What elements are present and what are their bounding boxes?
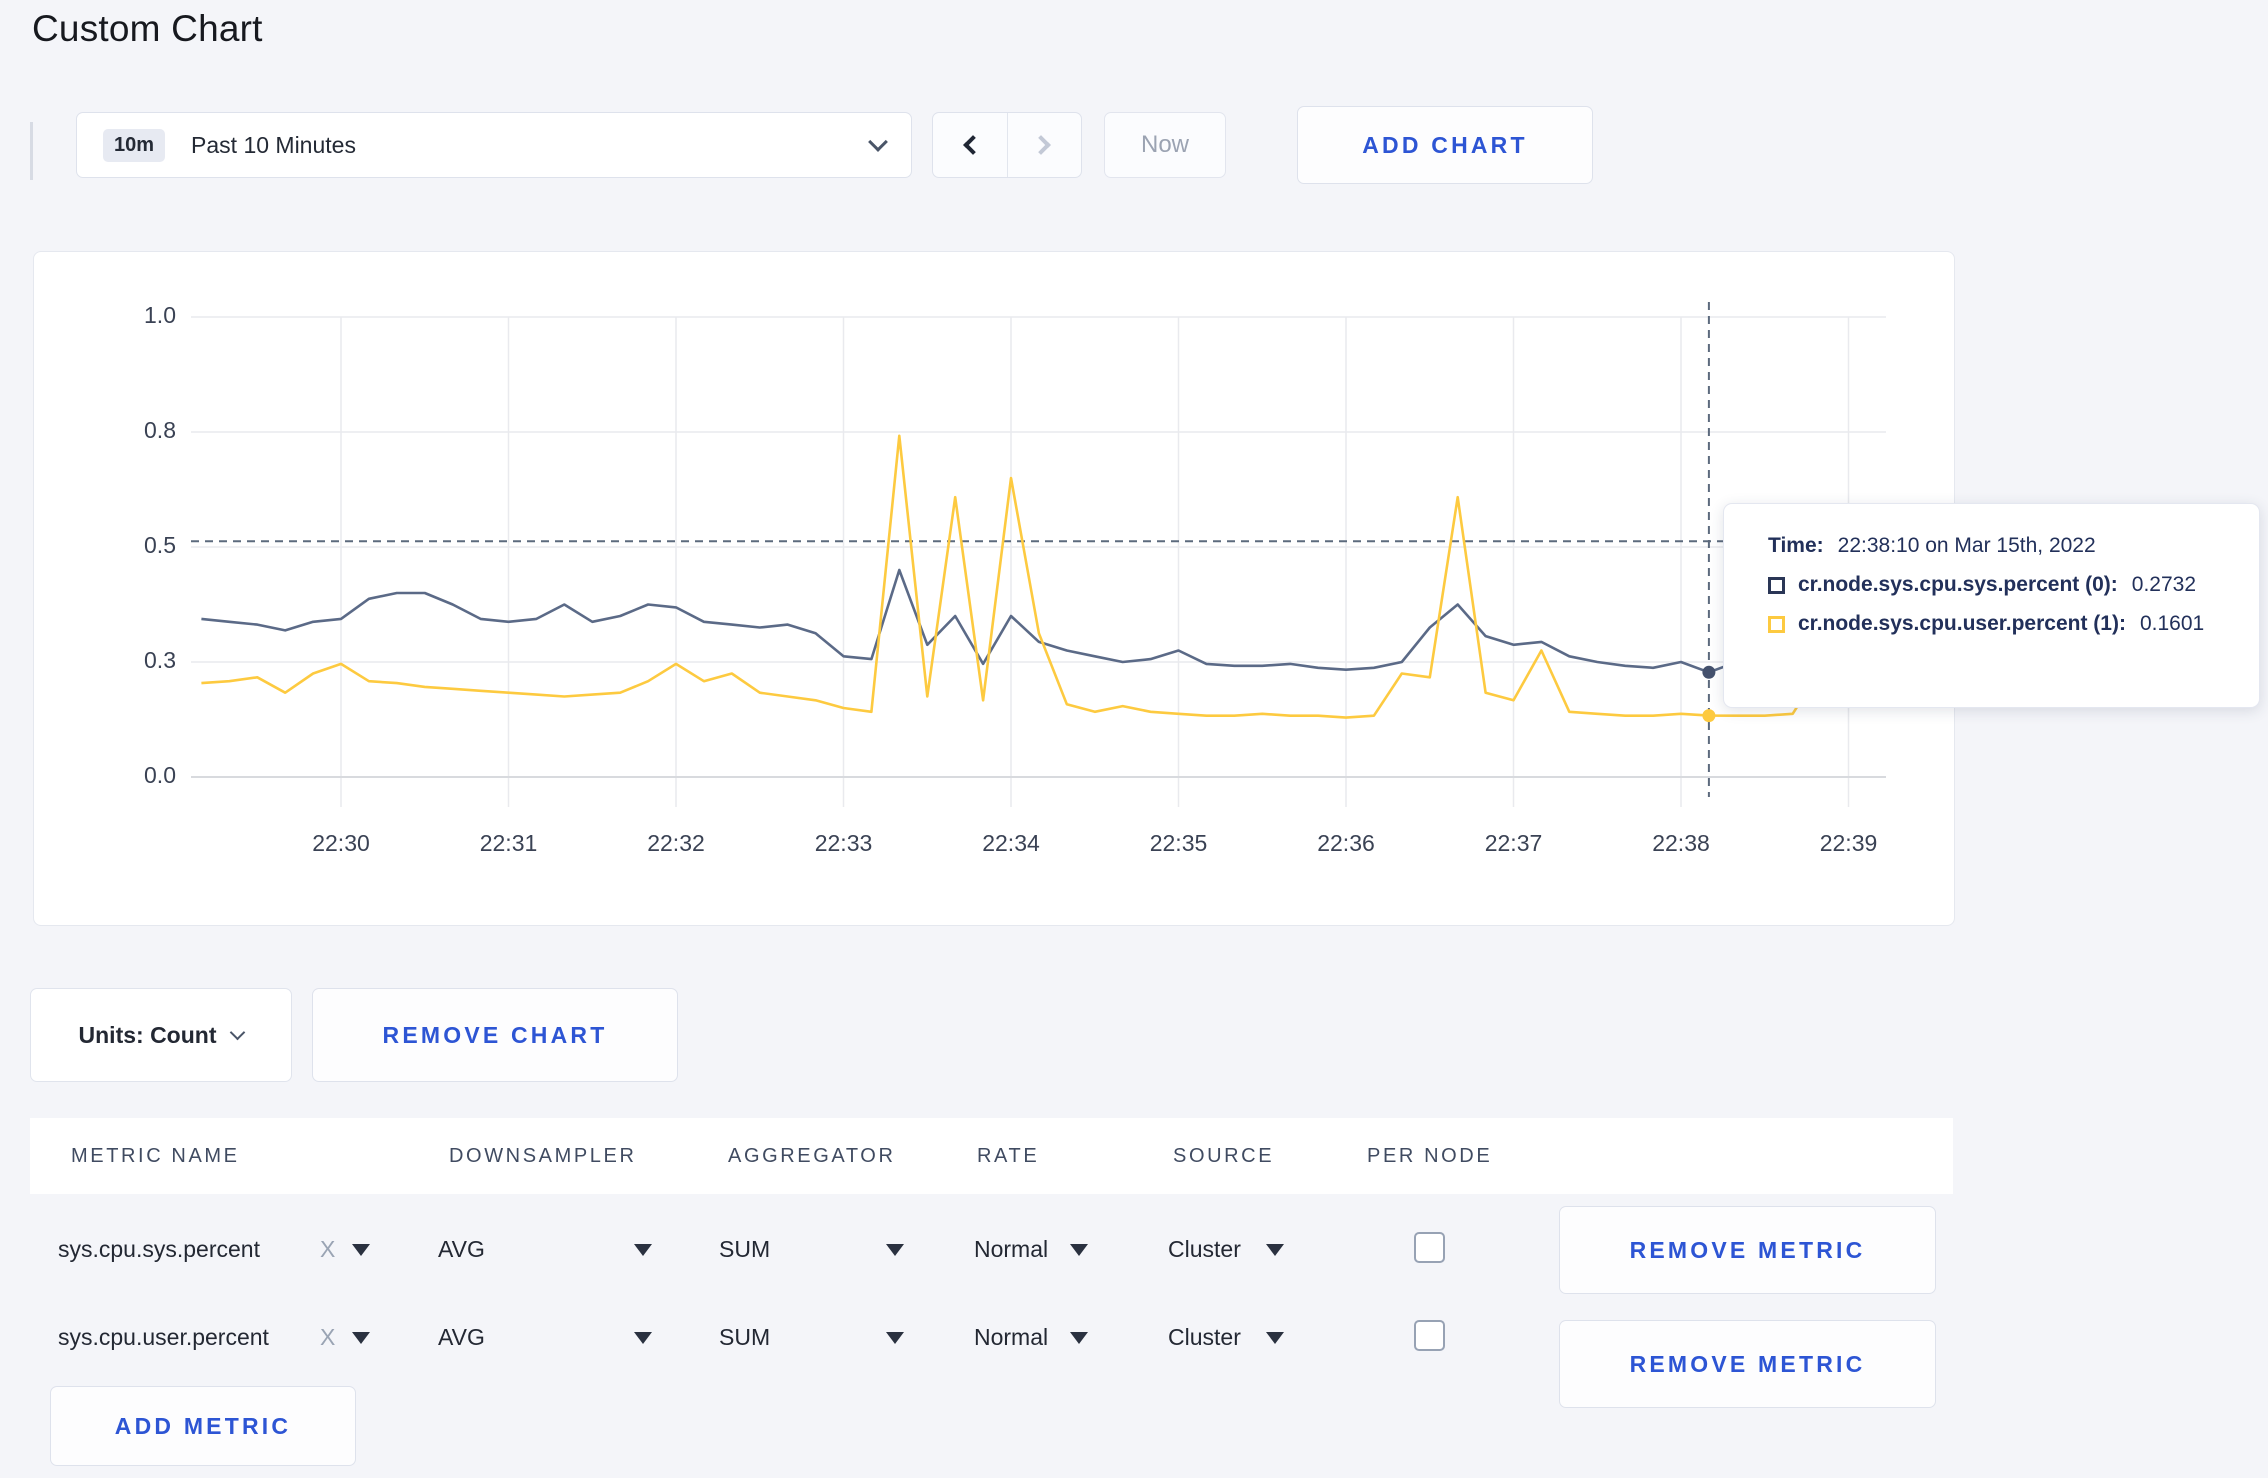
per-node-checkbox[interactable]: [1414, 1232, 1445, 1263]
cr.node.sys.cpu.sys.percent-line: [201, 568, 1877, 674]
x-axis-tick-label: 22:30: [312, 830, 370, 856]
x-axis-tick-label: 22:35: [1149, 830, 1208, 856]
time-range-label: Past 10 Minutes: [191, 131, 356, 158]
time-range-dropdown[interactable]: 10m Past 10 Minutes: [76, 112, 912, 178]
col-header-metric-name: METRIC NAME: [71, 1145, 240, 1167]
metric-name-value[interactable]: sys.cpu.sys.percent: [58, 1236, 260, 1263]
page-title: Custom Chart: [32, 8, 263, 49]
remove-metric-x-icon[interactable]: X: [320, 1324, 335, 1351]
y-axis-tick-label: 1.0: [144, 302, 176, 328]
metrics-table-header: METRIC NAME DOWNSAMPLER AGGREGATOR RATE …: [30, 1118, 1953, 1194]
crosshair-point: [1702, 665, 1716, 679]
units-dropdown[interactable]: Units: Count: [30, 988, 292, 1082]
tooltip-series-row: cr.node.sys.cpu.sys.percent (0): 0.2732: [1768, 573, 2259, 597]
col-header-rate: RATE: [977, 1145, 1040, 1167]
time-pager: [932, 112, 1082, 178]
x-axis-tick-label: 22:39: [1819, 830, 1878, 856]
x-axis-tick-label: 22:32: [647, 830, 705, 856]
remove-chart-button[interactable]: REMOVE CHART: [312, 988, 678, 1082]
custom-chart-page: Custom Chart 10m Past 10 Minutes Now ADD…: [0, 0, 2268, 1478]
caret-down-icon[interactable]: [352, 1332, 370, 1344]
tooltip-time-value: 22:38:10 on Mar 15th, 2022: [1837, 534, 2096, 557]
caret-down-icon[interactable]: [1070, 1332, 1088, 1344]
y-axis-tick-label: 0.0: [144, 762, 176, 788]
source-value[interactable]: Cluster: [1168, 1324, 1241, 1351]
tooltip-series-value: 0.1601: [2139, 612, 2205, 635]
caret-down-icon[interactable]: [634, 1332, 652, 1344]
tooltip-series-name: cr.node.sys.cpu.user.percent (1):: [1798, 612, 2126, 635]
caret-down-icon[interactable]: [886, 1332, 904, 1344]
x-axis-tick-label: 22:36: [1317, 830, 1375, 856]
x-axis-tick-label: 22:37: [1484, 830, 1543, 856]
caret-down-icon[interactable]: [1070, 1244, 1088, 1256]
source-value[interactable]: Cluster: [1168, 1236, 1241, 1263]
col-header-source: SOURCE: [1173, 1145, 1275, 1167]
units-label: Units: Count: [78, 1021, 217, 1048]
y-axis-tick-label: 0.3: [144, 647, 176, 673]
x-axis-tick-label: 22:31: [479, 830, 538, 856]
col-header-downsampler: DOWNSAMPLER: [449, 1145, 637, 1167]
tooltip-series-value: 0.2732: [2131, 573, 2197, 596]
metric-name-value[interactable]: sys.cpu.user.percent: [58, 1324, 269, 1351]
caret-down-icon[interactable]: [352, 1244, 370, 1256]
toolbar-divider: [30, 122, 33, 180]
caret-down-icon[interactable]: [1266, 1244, 1284, 1256]
x-axis-tick-label: 22:38: [1652, 830, 1710, 856]
y-axis-tick-label: 0.8: [144, 417, 176, 443]
tooltip-time-label: Time:: [1768, 534, 1824, 557]
chevron-down-icon: [230, 1024, 246, 1040]
downsampler-value[interactable]: AVG: [438, 1324, 485, 1351]
rate-value[interactable]: Normal: [974, 1236, 1048, 1263]
chevron-right-icon: [1031, 135, 1052, 155]
per-node-checkbox[interactable]: [1414, 1320, 1445, 1351]
add-metric-button[interactable]: ADD METRIC: [50, 1386, 356, 1466]
user-series-swatch-icon: [1768, 615, 1785, 633]
add-chart-button[interactable]: ADD CHART: [1297, 106, 1593, 184]
cr.node.sys.cpu.user.percent-line: [201, 434, 1877, 719]
col-header-aggregator: AGGREGATOR: [728, 1145, 896, 1167]
tooltip-series-name: cr.node.sys.cpu.sys.percent (0):: [1798, 573, 2118, 596]
remove-metric-x-icon[interactable]: X: [320, 1236, 335, 1263]
chevron-down-icon: [868, 132, 888, 152]
col-header-per-node: PER NODE: [1367, 1145, 1493, 1167]
x-axis-tick-label: 22:33: [814, 830, 873, 856]
tooltip-series-row: cr.node.sys.cpu.user.percent (1): 0.1601: [1768, 612, 2259, 636]
crosshair-point: [1702, 709, 1716, 723]
prev-range-button[interactable]: [933, 113, 1008, 177]
chart-tooltip: Time: 22:38:10 on Mar 15th, 2022 cr.node…: [1723, 503, 2260, 708]
x-axis-tick-label: 22:34: [982, 830, 1040, 856]
caret-down-icon[interactable]: [1266, 1332, 1284, 1344]
tooltip-time-row: Time: 22:38:10 on Mar 15th, 2022: [1768, 534, 2259, 558]
next-range-button[interactable]: [1008, 113, 1082, 177]
aggregator-value[interactable]: SUM: [719, 1324, 770, 1351]
sys-series-swatch-icon: [1768, 576, 1785, 594]
metrics-line-chart[interactable]: [34, 252, 1956, 927]
chevron-left-icon: [962, 135, 983, 155]
caret-down-icon[interactable]: [886, 1244, 904, 1256]
remove-metric-button[interactable]: REMOVE METRIC: [1559, 1206, 1936, 1294]
now-button[interactable]: Now: [1104, 112, 1226, 178]
y-axis-tick-label: 0.5: [144, 532, 176, 558]
downsampler-value[interactable]: AVG: [438, 1236, 485, 1263]
chart-card: 22:30 22:31 22:32 22:33 22:34 22:35 22:36 22:37…: [33, 251, 1955, 926]
aggregator-value[interactable]: SUM: [719, 1236, 770, 1263]
caret-down-icon[interactable]: [634, 1244, 652, 1256]
rate-value[interactable]: Normal: [974, 1324, 1048, 1351]
remove-metric-button[interactable]: REMOVE METRIC: [1559, 1320, 1936, 1408]
time-range-badge: 10m: [103, 128, 166, 162]
